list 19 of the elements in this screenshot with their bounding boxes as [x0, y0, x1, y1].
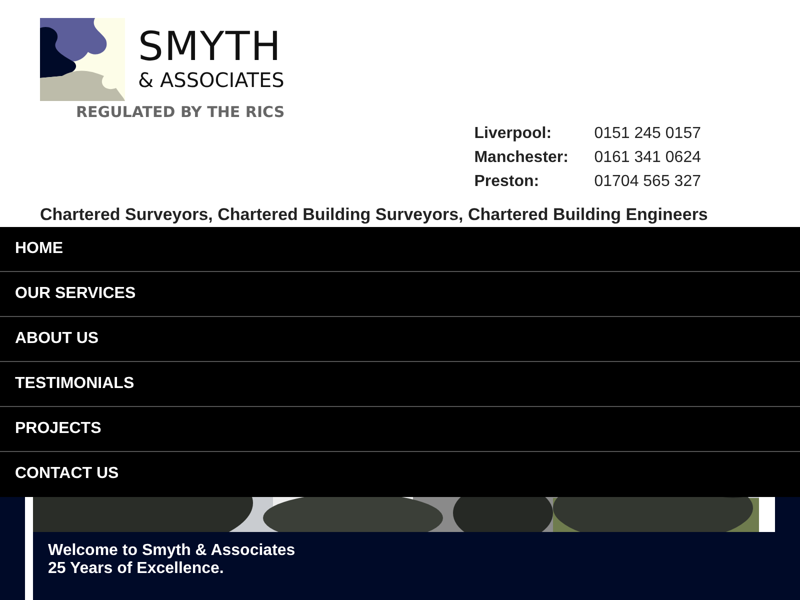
menu-item[interactable]: OUR SERVICES [0, 272, 800, 317]
logo-name: SMYTH [138, 26, 283, 68]
office-phone: 0161 341 0624 [594, 148, 701, 168]
welcome-subtitle: 25 Years of Excellence. [48, 560, 225, 578]
regulation-text: REGULATED BY THE RICS [76, 103, 285, 121]
menu-item[interactable]: TESTIMONIALS [0, 362, 800, 407]
menu-item[interactable]: CONTACT US [0, 452, 800, 497]
puzzle-logo-icon [40, 18, 125, 101]
welcome-title: Welcome to Smyth & Associates [48, 542, 296, 560]
office-city: Preston: [474, 172, 540, 192]
logo-subtitle: & ASSOCIATES [138, 68, 284, 92]
office-city: Manchester: [474, 148, 570, 168]
office-phone: 0151 245 0157 [594, 124, 701, 144]
menu-item[interactable]: HOME [0, 227, 800, 272]
services-text: Chartered Surveyors, Chartered Building Surveyors, Chartered Building Engineers [39, 204, 709, 226]
office-city: Liverpool: [474, 124, 553, 144]
menu-item[interactable]: ABOUT US [0, 317, 800, 362]
menu-item[interactable]: PROJECTS [0, 407, 800, 452]
office-phone: 01704 565 327 [594, 172, 701, 192]
